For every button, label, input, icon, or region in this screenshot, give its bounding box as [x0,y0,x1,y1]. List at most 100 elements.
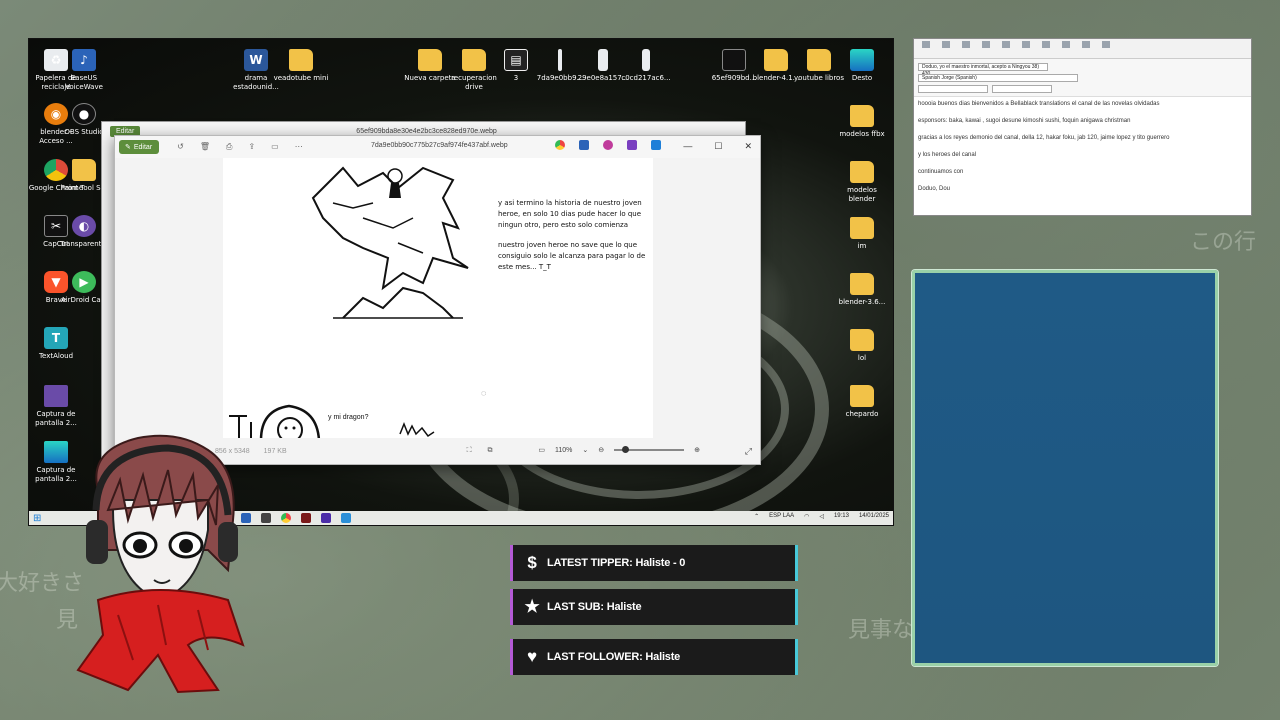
zoom-in-icon[interactable]: ⊕ [694,446,700,454]
desktop-icon-label: TextAloud [38,352,74,360]
volume-icon[interactable]: ◁ [819,513,824,520]
window-titlebar: ✎ Editar ↺ 🗑 ⎙ ⇪ ▭ ⋯ 7da9e0bb90c775b27c9a… [115,136,760,158]
desktop-icon[interactable]: im [833,217,891,251]
slideshow-icon[interactable]: ▭ [271,142,279,152]
start-icon[interactable]: ⊞ [33,513,41,524]
taskbar-app-icon[interactable] [341,513,352,523]
alert-text: LAST SUB: Haliste [547,601,642,613]
desktop-icon-label: Captura de pantalla 2... [35,410,77,427]
desktop-icon[interactable]: lol [833,329,891,363]
zoom-level[interactable]: 110% [555,447,572,454]
chevron-up-icon[interactable]: ⌃ [754,513,759,520]
desktop-icon[interactable]: blender-3.6... [833,273,891,307]
desktop-icon[interactable]: veadotube mini [272,49,330,83]
field-box[interactable] [918,84,988,93]
desktop-icon[interactable]: c0cd217ac6... [617,49,675,83]
close-icon[interactable]: ✕ [744,141,752,152]
taskbar-app-icon[interactable] [301,513,312,523]
desktop-icon[interactable]: chepardo [833,385,891,419]
story-paragraph: nuestro joven heroe no save que lo que c… [498,241,646,271]
window-title: 7da9e0bb90c775b27c9af974fe437abf.webp [371,142,508,149]
ribbon-button[interactable] [922,41,930,56]
ribbon-button[interactable] [1042,41,1050,56]
star-icon: ★ [524,597,540,616]
app-shortcut-icon[interactable] [627,140,637,150]
app-icon: ◐ [72,215,96,237]
textaloud-icon: T [44,327,68,349]
desktop-icon[interactable]: modelos ffbx [833,105,891,139]
fullscreen-icon[interactable]: ⧉ [488,447,493,455]
zoom-out-icon[interactable]: ⊖ [598,446,604,454]
field-box[interactable] [992,84,1052,93]
edit-button[interactable]: ✎ Editar [119,140,160,154]
viewer-toolbar: ↺ 🗑 ⎙ ⇪ ▭ ⋯ [177,142,303,152]
ribbon-button[interactable] [1102,41,1110,56]
app-shortcut-icon[interactable] [579,140,589,150]
image-icon [44,385,68,407]
story-text: y asi termino la historia de nuestro jov… [498,198,658,282]
share-icon[interactable]: ⇪ [248,142,255,152]
app-shortcut-icon[interactable] [603,140,613,150]
desktop-icon-label: veadotube mini [273,74,329,82]
ribbon-button[interactable] [1082,41,1090,56]
title-field[interactable]: Doduo, yo el maestro inmortal, acepto a … [918,62,1048,77]
app-shortcut-icon[interactable] [651,140,661,150]
taskbar-app-icon[interactable] [321,513,332,523]
editor-line: gracias a los reyes demonio del canal, d… [918,135,1170,141]
voice-select[interactable]: Spanish Jorge (Spanish) [918,73,1078,82]
last-follower-alert: ♥ LAST FOLLOWER: Haliste [510,639,798,675]
desktop-icon-label: OBS Studio [64,128,104,136]
ribbon-button[interactable] [1062,41,1070,56]
print-icon[interactable]: ⎙ [226,142,232,152]
file-icon [558,49,562,71]
desktop-icon[interactable]: Desto [833,49,891,83]
word-icon: W [244,49,268,71]
delete-icon[interactable]: 🗑 [200,142,210,152]
clock-date[interactable]: 14/01/2025 [859,513,889,520]
desktop-icon[interactable]: modelos blender [833,161,891,204]
folder-icon [850,329,874,351]
ribbon-button[interactable] [962,41,970,56]
app-shortcut-icon[interactable] [555,140,565,150]
ribbon-button[interactable] [1002,41,1010,56]
editor-ribbon [914,39,1251,59]
desktop-icon-label: c0cd217ac6... [621,74,671,82]
rotate-icon[interactable]: ↺ [177,142,184,152]
file-icon: ▤ [504,49,528,71]
language-indicator[interactable]: ESP LAA [769,513,794,520]
maximize-icon[interactable]: ☐ [714,141,722,152]
folder-icon [850,105,874,127]
folder-icon [850,273,874,295]
desktop-icon[interactable]: T TextAloud [29,327,85,361]
crop-icon[interactable]: ▭ [538,446,545,454]
wifi-icon[interactable]: ◠ [804,513,809,520]
taskbar-app-icon[interactable] [261,513,272,523]
window-controls: — ☐ ✕ [683,141,752,152]
minimize-icon[interactable]: — [683,141,692,152]
chevron-down-icon[interactable]: ⌄ [582,446,588,454]
photo-viewer-window[interactable]: ✎ Editar ↺ 🗑 ⎙ ⇪ ▭ ⋯ 7da9e0bb90c775b27c9a… [114,135,761,465]
fit-icon[interactable]: ⛶ [467,447,472,455]
desktop-icon-label: 3 [513,74,519,82]
edit-label: Editar [133,143,153,151]
image-canvas[interactable]: y asi termino la historia de nuestro jov… [115,158,760,440]
editor-body[interactable]: hoooia buenos dias bienvenidos a Bellabl… [914,97,1251,205]
edit-icon: ✎ [125,144,131,151]
ribbon-button[interactable] [942,41,950,56]
folder-icon [418,49,442,71]
desktop-icon-label: lol [857,354,867,362]
folder-icon [807,49,831,71]
taskbar-app-icon[interactable] [281,513,292,523]
clock-time[interactable]: 19:13 [834,513,849,520]
vtuber-avatar [76,434,245,694]
desktop-icon[interactable]: Captura de pantalla 2... [29,385,85,428]
expand-icon[interactable]: ⤢ [745,446,752,457]
ribbon-button[interactable] [982,41,990,56]
tts-editor-capture: Doduo, yo el maestro inmortal, acepto a … [913,38,1252,216]
latest-tipper-alert: $ LATEST TIPPER: Haliste - 0 [510,545,798,581]
ribbon-button[interactable] [1022,41,1030,56]
zoom-slider[interactable] [614,446,685,453]
folder-icon [462,49,486,71]
more-icon[interactable]: ⋯ [295,142,303,152]
desktop-icon[interactable]: ♪ EaseUS VoiceWave [55,49,113,92]
